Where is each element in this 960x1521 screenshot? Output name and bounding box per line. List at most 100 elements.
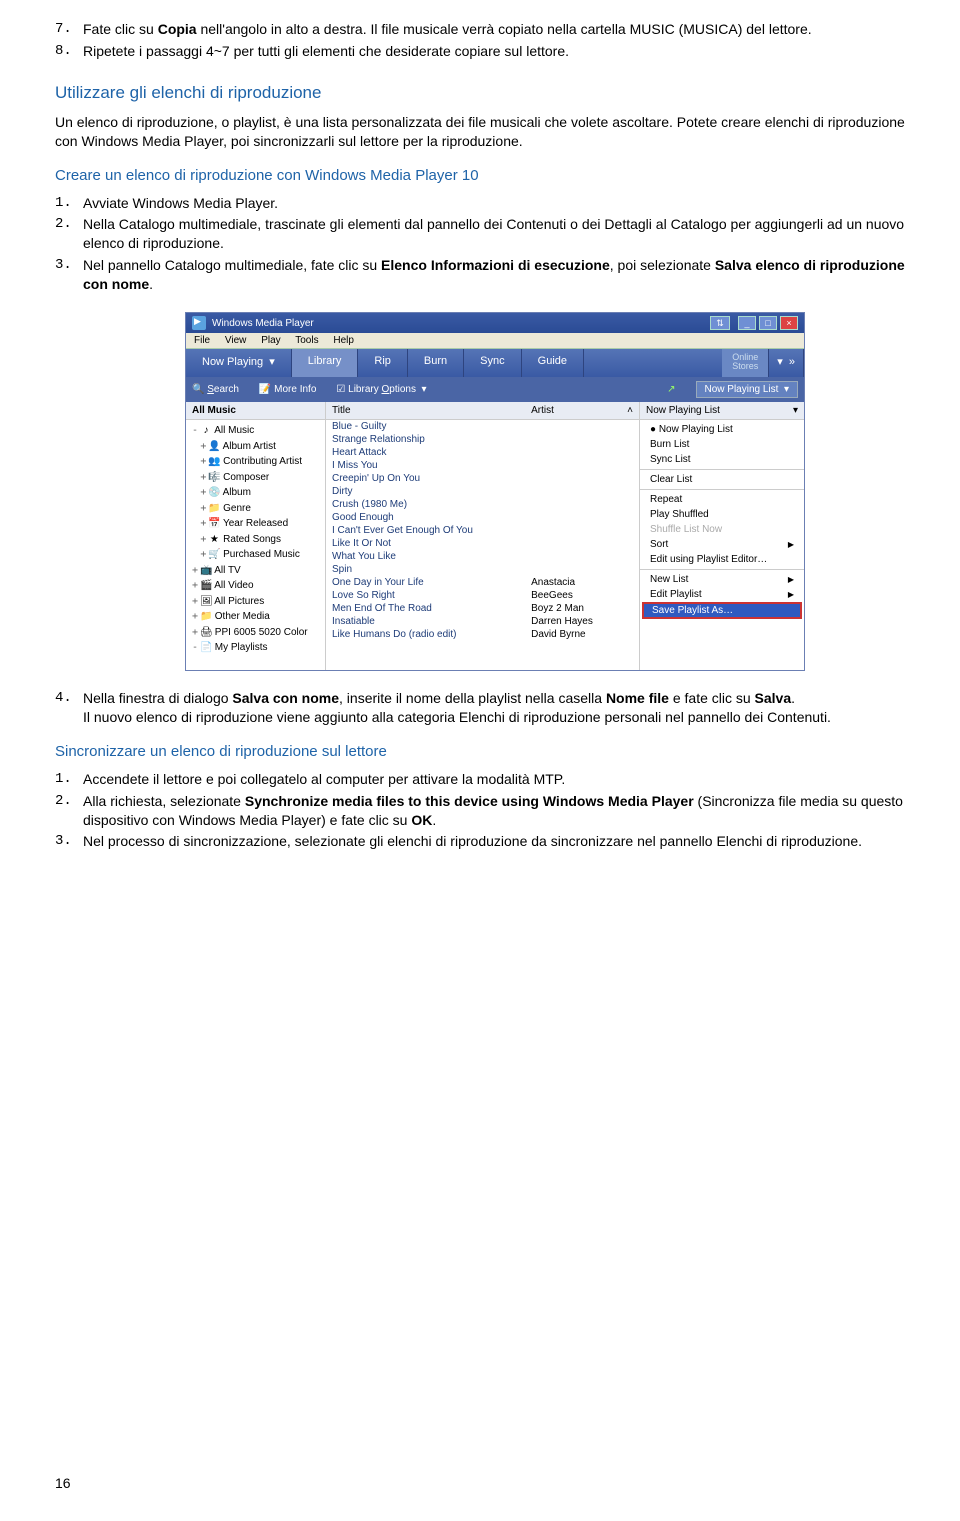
- updown-icon[interactable]: ⇅: [710, 316, 730, 330]
- tab-sync[interactable]: Sync: [464, 349, 521, 377]
- table-row[interactable]: Heart Attack: [326, 446, 639, 459]
- open-icon[interactable]: ↗: [667, 384, 675, 395]
- table-row[interactable]: Like It Or Not: [326, 537, 639, 550]
- tree-item[interactable]: +👥 Contributing Artist: [190, 454, 321, 470]
- table-row[interactable]: Good Enough: [326, 511, 639, 524]
- wmp-titlebar[interactable]: Windows Media Player ⇅ _ □ ×: [186, 313, 804, 333]
- menu-help[interactable]: Help: [333, 335, 354, 346]
- menu-play[interactable]: Play: [261, 335, 280, 346]
- tab-guide[interactable]: Guide: [522, 349, 584, 377]
- wmp-tree[interactable]: -♪ All Music +👤 Album Artist +👥 Contribu…: [186, 420, 325, 659]
- text-span: Nel pannello Catalogo multimediale, fate…: [83, 257, 381, 273]
- table-row[interactable]: InsatiableDarren Hayes: [326, 615, 639, 628]
- menu-item[interactable]: ● Now Playing List: [640, 422, 804, 437]
- step-text: Accendete il lettore e poi collegatelo a…: [83, 770, 565, 789]
- step-num: 2.: [55, 215, 83, 253]
- menu-item[interactable]: Sort▶: [640, 537, 804, 552]
- text-span: , poi selezionate: [610, 257, 715, 273]
- maximize-button[interactable]: □: [759, 316, 777, 330]
- tab-burn[interactable]: Burn: [408, 349, 464, 377]
- menu-item[interactable]: Save Playlist As…: [642, 602, 802, 619]
- bold-ok: OK: [411, 812, 432, 828]
- bold-salvacon: Salva con nome: [232, 690, 339, 706]
- bold-nomefile: Nome file: [606, 690, 669, 706]
- tree-item[interactable]: +💿 Album: [190, 485, 321, 501]
- right-header[interactable]: Now Playing List▾: [640, 402, 804, 420]
- libopts-button[interactable]: ☑ Library Options ▾: [336, 384, 426, 395]
- step-num: 4.: [55, 689, 83, 727]
- wmp-tree-pane: All Music -♪ All Music +👤 Album Artist +…: [186, 402, 326, 670]
- menu-tools[interactable]: Tools: [295, 335, 318, 346]
- menu-item[interactable]: Play Shuffled: [640, 507, 804, 522]
- minimize-button[interactable]: _: [738, 316, 756, 330]
- table-row[interactable]: I Can't Ever Get Enough Of You: [326, 524, 639, 537]
- table-row[interactable]: What You Like: [326, 550, 639, 563]
- menu-item[interactable]: New List▶: [640, 572, 804, 587]
- col-artist[interactable]: Artist: [525, 402, 621, 420]
- heading-sincronizzare: Sincronizzare un elenco di riproduzione …: [55, 743, 905, 760]
- close-button[interactable]: ×: [780, 316, 798, 330]
- step-b3: 3. Nel pannello Catalogo multimediale, f…: [55, 256, 905, 294]
- tree-header: All Music: [186, 402, 325, 420]
- tab-more[interactable]: ▾ »: [769, 349, 804, 377]
- step-b2: 2. Nella Catalogo multimediale, trascina…: [55, 215, 905, 253]
- table-row[interactable]: Creepin' Up On You: [326, 472, 639, 485]
- table-row[interactable]: I Miss You: [326, 459, 639, 472]
- table-row[interactable]: Love So RightBeeGees: [326, 589, 639, 602]
- step-text: Ripetete i passaggi 4~7 per tutti gli el…: [83, 42, 569, 61]
- step-text: Avviate Windows Media Player.: [83, 194, 278, 213]
- menu-file[interactable]: File: [194, 335, 210, 346]
- menu-item[interactable]: Edit Playlist▶: [640, 587, 804, 602]
- moreinfo-button[interactable]: 📝 More Info: [259, 384, 316, 395]
- table-row[interactable]: Crush (1980 Me): [326, 498, 639, 511]
- tree-item[interactable]: +📁 Other Media: [190, 609, 321, 625]
- tree-item[interactable]: +🖨 PPI 6005 5020 Color: [190, 625, 321, 641]
- text-span: Alla richiesta, selezionate: [83, 793, 245, 809]
- table-row[interactable]: Dirty: [326, 485, 639, 498]
- tab-rip[interactable]: Rip: [358, 349, 408, 377]
- wmp-window: Windows Media Player ⇅ _ □ × File View P…: [185, 312, 805, 671]
- step-8: 8. Ripetete i passaggi 4~7 per tutti gli…: [55, 42, 905, 61]
- tree-item[interactable]: +🎼 Composer: [190, 470, 321, 486]
- menu-item[interactable]: Repeat: [640, 492, 804, 507]
- table-row[interactable]: Men End Of The RoadBoyz 2 Man: [326, 602, 639, 615]
- table-row[interactable]: Blue - Guilty: [326, 420, 639, 434]
- table-row[interactable]: Like Humans Do (radio edit)David Byrne: [326, 628, 639, 641]
- tab-library[interactable]: Library: [292, 349, 359, 377]
- col-title[interactable]: Title: [326, 402, 525, 420]
- col-scroll: ˄: [621, 402, 639, 420]
- songs-table: Title Artist ˄ Blue - GuiltyStrange Rela…: [326, 402, 639, 641]
- tree-item[interactable]: +📺 All TV: [190, 563, 321, 579]
- menu-separator: [640, 489, 804, 490]
- menu-item[interactable]: Sync List: [640, 452, 804, 467]
- heading-utilizzare: Utilizzare gli elenchi di riproduzione: [55, 83, 905, 103]
- step-b1: 1. Avviate Windows Media Player.: [55, 194, 905, 213]
- tree-item[interactable]: -📄 My Playlists: [190, 640, 321, 656]
- tree-item[interactable]: +🎬 All Video: [190, 578, 321, 594]
- text-span: , inserite il nome della playlist nella …: [339, 690, 606, 706]
- menu-item[interactable]: Burn List: [640, 437, 804, 452]
- text-span: Fate clic su: [83, 21, 158, 37]
- tree-item[interactable]: +👤 Album Artist: [190, 439, 321, 455]
- tree-item[interactable]: +📁 Genre: [190, 501, 321, 517]
- search-control[interactable]: 🔍 Search: [192, 384, 239, 395]
- tree-item[interactable]: +📅 Year Released: [190, 516, 321, 532]
- table-row[interactable]: One Day in Your LifeAnastacia: [326, 576, 639, 589]
- step-text: Nel processo di sincronizzazione, selezi…: [83, 832, 862, 851]
- tree-item[interactable]: +🖼 All Pictures: [190, 594, 321, 610]
- nowplaying-list-button[interactable]: Now Playing List ▾: [696, 381, 799, 398]
- tab-nowplaying[interactable]: Now Playing ▾: [186, 349, 292, 377]
- table-row[interactable]: Spin: [326, 563, 639, 576]
- text-span: Nella finestra di dialogo: [83, 690, 232, 706]
- tree-item[interactable]: +★ Rated Songs: [190, 532, 321, 548]
- tab-online-stores[interactable]: OnlineStores: [722, 349, 769, 377]
- menu-view[interactable]: View: [225, 335, 247, 346]
- chevron-down-icon: ▾: [793, 405, 798, 416]
- menu-item[interactable]: Clear List: [640, 472, 804, 487]
- table-row[interactable]: Strange Relationship: [326, 433, 639, 446]
- menu-item[interactable]: Edit using Playlist Editor…: [640, 552, 804, 567]
- tree-item[interactable]: -♪ All Music: [190, 423, 321, 439]
- menu-separator: [640, 569, 804, 570]
- tree-item[interactable]: +🛒 Purchased Music: [190, 547, 321, 563]
- step-d2: 2. Alla richiesta, selezionate Synchroni…: [55, 792, 905, 830]
